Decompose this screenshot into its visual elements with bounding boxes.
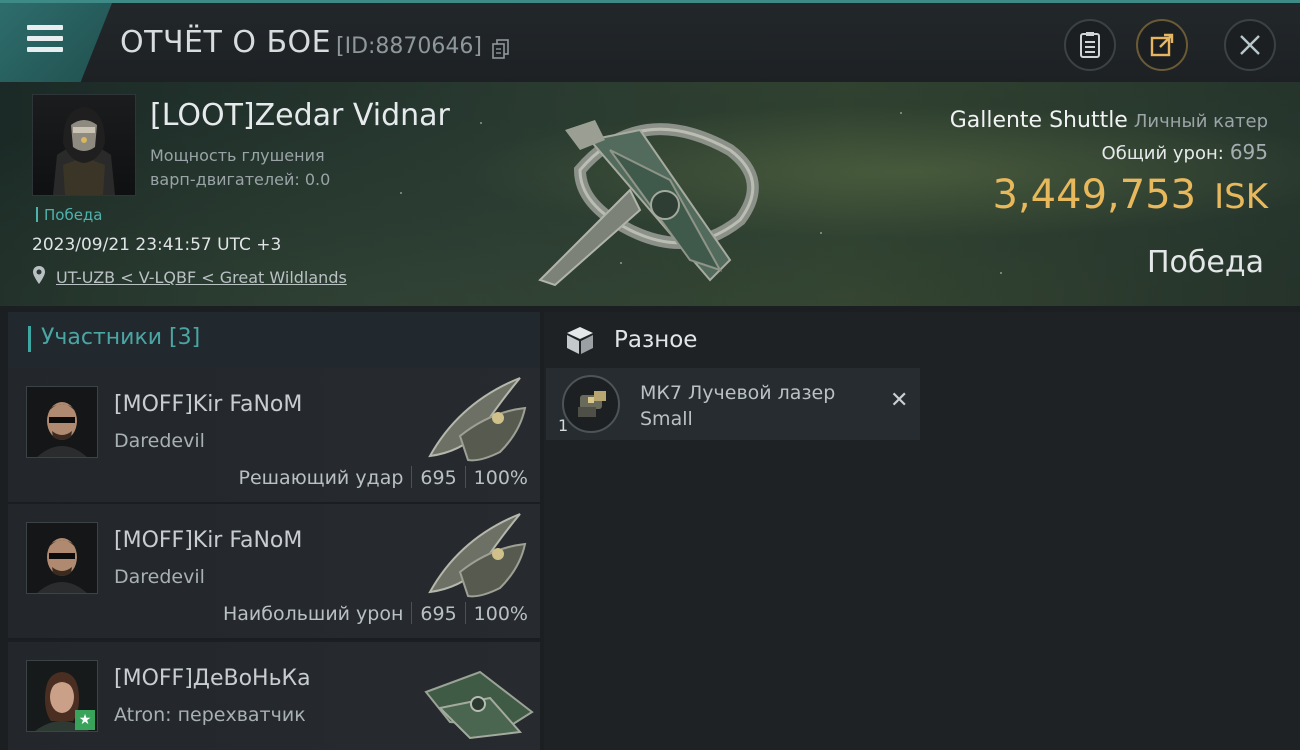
share-button[interactable] bbox=[1136, 19, 1188, 71]
close-button[interactable] bbox=[1224, 19, 1276, 71]
report-id: [ID:8870646] bbox=[336, 34, 482, 59]
misc-title: Разное bbox=[614, 327, 698, 353]
victim-ship: Gallente Shuttle Личный катер bbox=[949, 108, 1268, 133]
participant-name[interactable]: [MOFF]Kir FaNoM bbox=[114, 392, 302, 417]
participant-name[interactable]: [MOFF]Kir FaNoM bbox=[114, 528, 302, 553]
participant-name[interactable]: [MOFF]ДеВоНьКа bbox=[114, 666, 311, 691]
participant-row[interactable]: [MOFF]Kir FaNoM Daredevil Решающий удар 6… bbox=[8, 368, 540, 504]
misc-panel: Разное 1 МК7 Лучевой лазер Small ✕ bbox=[544, 312, 1300, 750]
item-icon bbox=[562, 375, 620, 433]
location-pin-icon bbox=[33, 266, 45, 284]
warp-jam-strength: Мощность глушения варп-двигателей: 0.0 bbox=[150, 146, 331, 189]
participant-ship-image bbox=[424, 670, 534, 740]
participant-avatar[interactable]: ★ bbox=[26, 660, 98, 732]
clipboard-icon bbox=[1080, 32, 1100, 58]
copy-icon[interactable] bbox=[492, 39, 510, 59]
page-title: ОТЧЁТ О БОЕ bbox=[120, 25, 332, 60]
item-name: МК7 Лучевой лазер bbox=[640, 382, 836, 404]
misc-header: Разное bbox=[544, 312, 1300, 368]
dropped-item[interactable]: 1 МК7 Лучевой лазер Small ✕ bbox=[546, 368, 920, 440]
close-x-icon: ✕ bbox=[890, 388, 909, 413]
participant-row[interactable]: ★ [MOFF]ДеВоНьКа Atron: перехватчик bbox=[8, 642, 540, 750]
kill-location-link[interactable]: UT-UZB < V-LQBF < Great Wildlands bbox=[56, 268, 347, 287]
kill-summary-banner: [LOOT]Zedar Vidnar Мощность глушения вар… bbox=[0, 82, 1300, 306]
participant-stats: Наибольший урон 695 100% bbox=[222, 602, 528, 625]
participant-ship: Daredevil bbox=[114, 566, 205, 588]
menu-button[interactable] bbox=[0, 3, 112, 82]
participant-avatar[interactable] bbox=[26, 386, 98, 458]
participants-header: Участники [3] bbox=[8, 312, 540, 368]
result-tag: Победа bbox=[36, 206, 103, 224]
victim-avatar[interactable] bbox=[32, 94, 136, 196]
participant-ship-image bbox=[428, 513, 527, 598]
star-icon: ★ bbox=[75, 710, 95, 730]
participant-avatar[interactable] bbox=[26, 522, 98, 594]
item-quantity: 1 bbox=[558, 416, 569, 435]
isk-value: 3,449,753 ISK bbox=[992, 172, 1268, 218]
participant-ship: Atron: перехватчик bbox=[114, 704, 306, 726]
share-icon bbox=[1150, 33, 1174, 57]
participant-row[interactable]: [MOFF]Kir FaNoM Daredevil Наибольший уро… bbox=[8, 504, 540, 640]
box-icon bbox=[567, 327, 593, 354]
clipboard-button[interactable] bbox=[1064, 19, 1116, 71]
result-label: Победа bbox=[1147, 245, 1264, 280]
victim-ship-image bbox=[538, 120, 759, 287]
participants-panel: Участники [3] [MOFF]Kir FaNoM Daredevil … bbox=[8, 312, 540, 750]
participants-title: Участники [3] bbox=[41, 325, 201, 350]
participant-ship-image bbox=[428, 377, 527, 462]
kill-datetime: 2023/09/21 23:41:57 UTC +3 bbox=[32, 235, 282, 255]
total-damage: Общий урон: 695 bbox=[1101, 140, 1268, 164]
top-bar: ОТЧЁТ О БОЕ [ID:8870646] bbox=[0, 0, 1300, 82]
participant-stats: Решающий удар 695 100% bbox=[238, 466, 528, 489]
close-icon bbox=[1240, 35, 1260, 55]
item-size: Small bbox=[640, 408, 693, 430]
victim-name[interactable]: [LOOT]Zedar Vidnar bbox=[150, 98, 450, 133]
participant-ship: Daredevil bbox=[114, 430, 205, 452]
